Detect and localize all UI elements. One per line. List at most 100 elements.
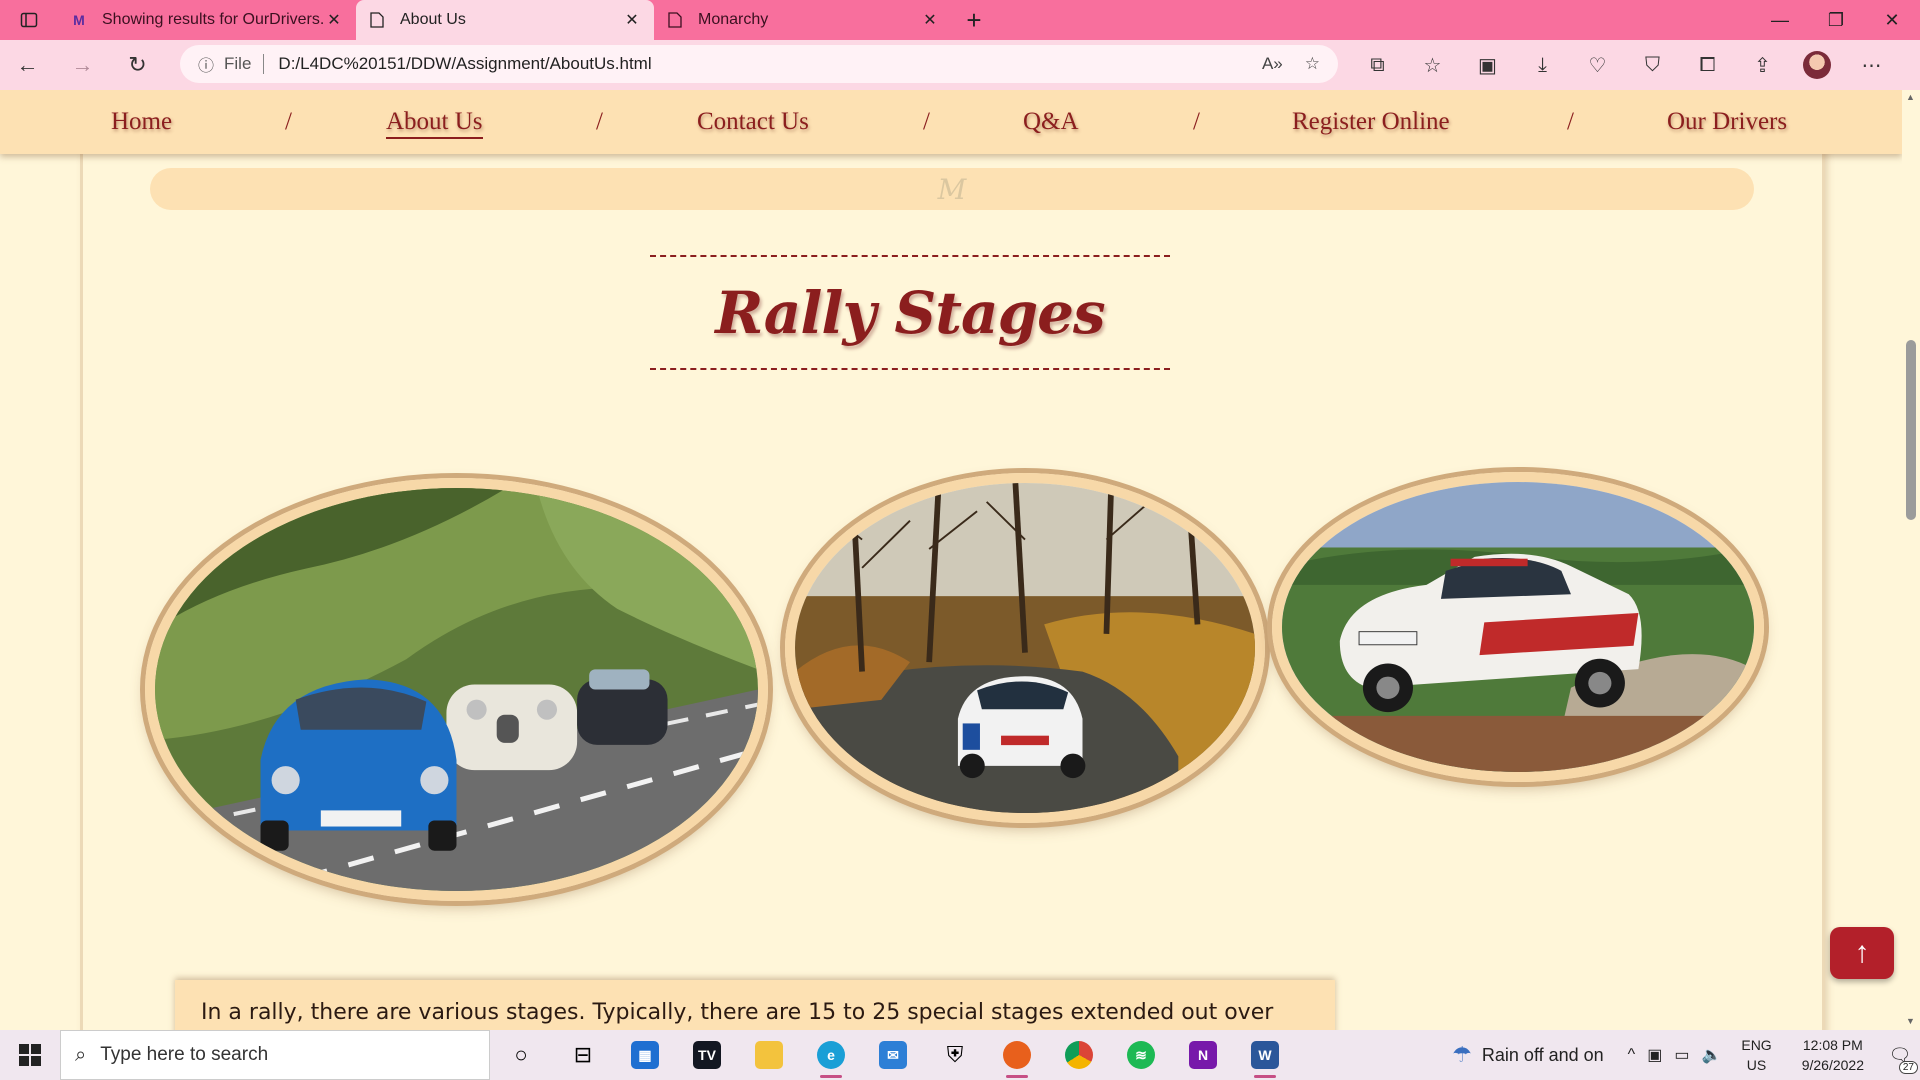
new-tab-button[interactable]: + — [952, 0, 996, 40]
tab-actions-icon — [20, 12, 38, 28]
nav-contact-us[interactable]: Contact Us — [697, 108, 809, 136]
refresh-button[interactable]: ↻ — [110, 40, 165, 90]
mail-button[interactable]: ✉ — [862, 1030, 924, 1080]
chevron-up-icon[interactable]: ^ — [1628, 1046, 1636, 1064]
system-tray: ☂ Rain off and on ^ ▣ ▭ 🔈 ENG US 12:08 P… — [1452, 1030, 1920, 1080]
profile-avatar[interactable] — [1803, 51, 1831, 79]
firefox-button[interactable] — [986, 1030, 1048, 1080]
close-icon[interactable]: ✕ — [622, 10, 642, 30]
microsoft-store-button[interactable]: ▦ — [614, 1030, 676, 1080]
collections-icon[interactable]: ▣ — [1460, 53, 1515, 78]
monogram-logo: M — [937, 172, 967, 206]
site-nav: Home / About Us / Contact Us / Q&A / Reg… — [0, 90, 1902, 154]
folder-icon — [755, 1041, 783, 1069]
page-scrollbar[interactable]: ▲ ▼ — [1902, 90, 1920, 1030]
close-window-icon[interactable]: ✕ — [1864, 0, 1920, 40]
spotify-button[interactable]: ≋ — [1110, 1030, 1172, 1080]
clock[interactable]: 12:08 PM 9/26/2022 — [1802, 1035, 1864, 1075]
notification-center-button[interactable]: 🗨 27 — [1880, 1045, 1920, 1074]
onenote-icon: N — [1189, 1041, 1217, 1069]
downloads-icon[interactable]: ⤓ — [1515, 54, 1570, 77]
page-viewport: Home / About Us / Contact Us / Q&A / Reg… — [0, 90, 1902, 1030]
nav-about-us[interactable]: About Us — [386, 108, 483, 139]
battery-icon[interactable]: ▭ — [1674, 1045, 1689, 1065]
tab-monarchy[interactable]: Monarchy ✕ — [654, 0, 952, 40]
divider — [263, 54, 265, 74]
file-explorer-button[interactable] — [738, 1030, 800, 1080]
mail-icon: ✉ — [879, 1041, 907, 1069]
tab-about-us[interactable]: About Us ✕ — [356, 0, 654, 40]
start-button[interactable] — [0, 1030, 60, 1080]
volume-icon[interactable]: 🔈 — [1701, 1045, 1721, 1065]
favorites-icon[interactable]: ☆ — [1405, 53, 1460, 78]
screenshot-icon[interactable]: ⧠ — [1680, 54, 1735, 77]
word-icon: W — [1251, 1041, 1279, 1069]
close-icon[interactable]: ✕ — [324, 10, 344, 30]
restore-icon[interactable]: ❐ — [1808, 0, 1864, 40]
tab-actions-button[interactable] — [0, 0, 58, 40]
chrome-button[interactable] — [1048, 1030, 1110, 1080]
forward-button[interactable]: → — [55, 40, 110, 90]
section-heading: Rally Stages — [715, 278, 1105, 347]
read-aloud-icon[interactable]: A» — [1262, 54, 1283, 74]
tradingview-icon: TV — [693, 1041, 721, 1069]
task-view-button[interactable]: ⊟ — [552, 1030, 614, 1080]
cortana-button[interactable]: ○ — [490, 1030, 552, 1080]
scrollbar-thumb[interactable] — [1906, 340, 1916, 520]
security-button[interactable]: ⛨ — [924, 1030, 986, 1080]
cortana-icon: ○ — [514, 1042, 528, 1067]
edge-icon: e — [817, 1041, 845, 1069]
url-text[interactable]: D:/L4DC%20151/DDW/Assignment/AboutUs.htm… — [278, 54, 1240, 74]
windows-taskbar: ⌕ Type here to search ○ ⊟ ▦ TV e ✉ ⛨ ≋ N… — [0, 1030, 1920, 1080]
language-code: ENG — [1741, 1037, 1772, 1053]
tab-title: About Us — [400, 11, 466, 28]
nav-our-drivers[interactable]: Our Drivers — [1667, 108, 1787, 136]
store-icon: ▦ — [631, 1041, 659, 1069]
device-icon[interactable]: ▣ — [1647, 1045, 1662, 1065]
taskbar-search[interactable]: ⌕ Type here to search — [60, 1030, 490, 1080]
search-placeholder: Type here to search — [100, 1044, 269, 1065]
back-button[interactable]: ← — [0, 40, 55, 90]
tab-ourdrivers[interactable]: M Showing results for OurDrivers.h ✕ — [58, 0, 356, 40]
nav-separator: / — [285, 108, 292, 135]
arrow-up-icon: ↑ — [1854, 936, 1870, 969]
close-icon[interactable]: ✕ — [920, 10, 940, 30]
edge-button[interactable]: e — [800, 1030, 862, 1080]
performance-icon[interactable]: ♡ — [1570, 53, 1625, 78]
add-favorite-icon[interactable]: ☆ — [1305, 54, 1320, 74]
weather-widget[interactable]: ☂ Rain off and on — [1452, 1042, 1604, 1068]
scroll-up-icon[interactable]: ▲ — [1906, 92, 1915, 102]
tradingview-button[interactable]: TV — [676, 1030, 738, 1080]
region-code: US — [1746, 1057, 1767, 1073]
extensions-icon[interactable]: ⧉ — [1350, 54, 1405, 77]
rally-car-forest-photo — [785, 473, 1265, 823]
arrow-left-icon: ← — [16, 52, 39, 77]
onenote-button[interactable]: N — [1172, 1030, 1234, 1080]
toyota-rally-car-jump-photo — [1272, 472, 1764, 782]
address-bar[interactable]: ⓘ File D:/L4DC%20151/DDW/Assignment/Abou… — [180, 45, 1338, 83]
minimize-icon[interactable]: — — [1752, 0, 1808, 40]
word-button[interactable]: W — [1234, 1030, 1296, 1080]
firefox-icon — [1003, 1041, 1031, 1069]
share-icon[interactable]: ⇪ — [1735, 53, 1790, 78]
intro-paragraph: In a rally, there are various stages. Ty… — [201, 1000, 1274, 1025]
more-menu-icon[interactable]: ⋯ — [1844, 53, 1899, 78]
nav-separator: / — [596, 108, 603, 135]
nav-register-online[interactable]: Register Online — [1292, 108, 1450, 136]
vs-code-icon: M — [73, 12, 85, 28]
rain-cloud-icon: ☂ — [1452, 1042, 1472, 1067]
toolbar-icons: ⧉ ☆ ▣ ⤓ ♡ ⛉ ⧠ ⇪ ⋯ — [1350, 40, 1899, 90]
language-indicator[interactable]: ENG US — [1741, 1035, 1771, 1075]
info-icon[interactable]: ⓘ — [198, 52, 214, 76]
section-heading-frame: Rally Stages — [650, 255, 1170, 370]
nav-separator: / — [1567, 108, 1574, 135]
browser-essentials-icon[interactable]: ⛉ — [1625, 54, 1680, 77]
nav-home[interactable]: Home — [111, 108, 172, 136]
refresh-icon: ↻ — [128, 52, 147, 77]
scroll-to-top-button[interactable]: ↑ — [1830, 927, 1894, 979]
nav-qa[interactable]: Q&A — [1023, 108, 1079, 136]
page-icon — [368, 11, 386, 29]
page-icon — [666, 11, 684, 29]
scroll-down-icon[interactable]: ▼ — [1906, 1016, 1915, 1026]
search-icon: ⌕ — [75, 1043, 87, 1066]
